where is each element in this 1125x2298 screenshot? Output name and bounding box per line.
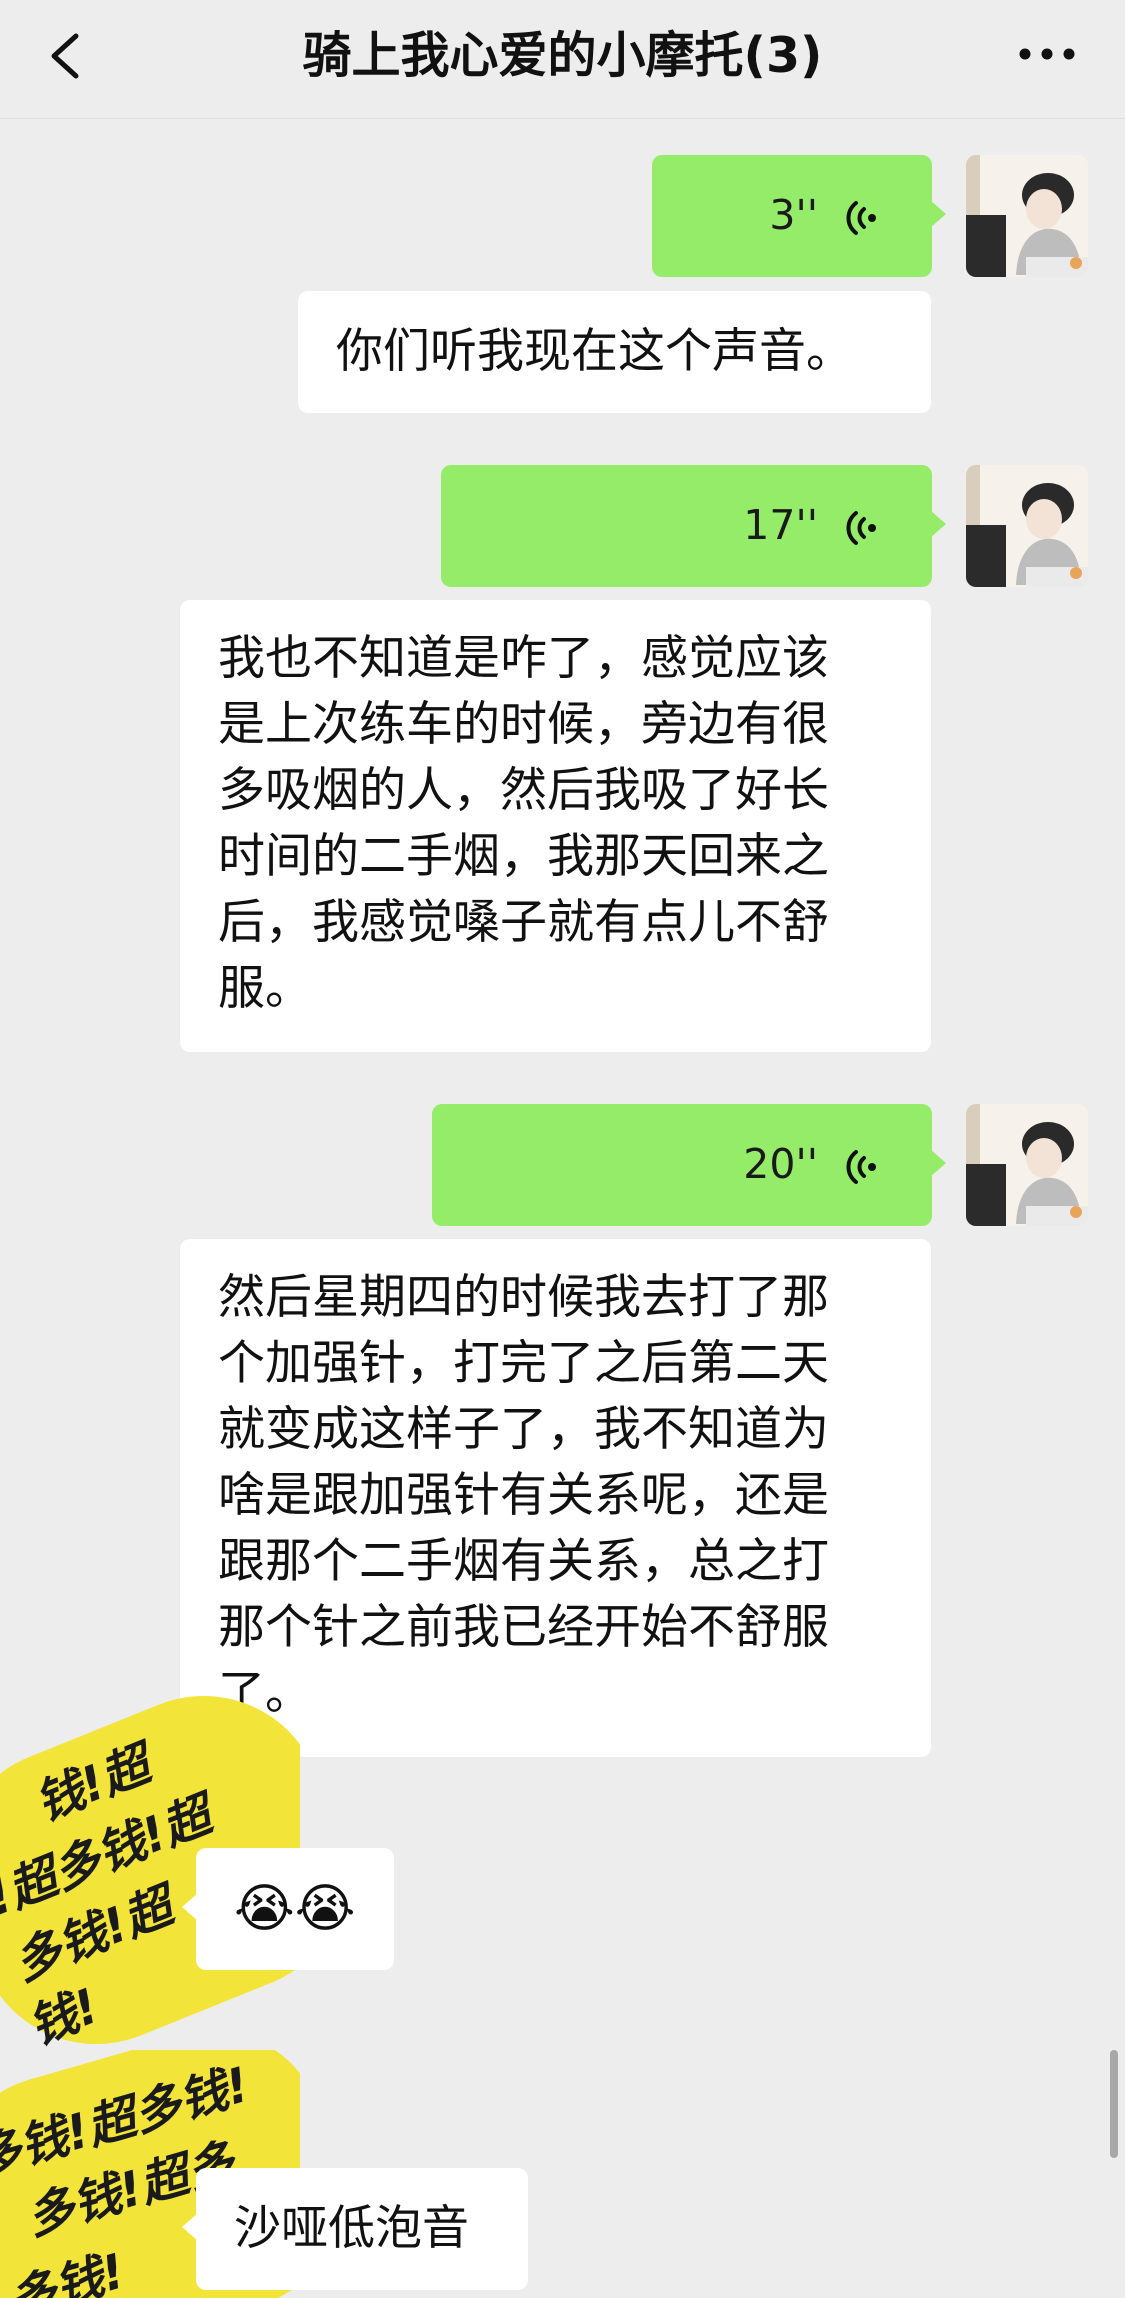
voice-wave-icon — [846, 511, 876, 545]
voice-duration: 3'' — [769, 191, 818, 239]
message-text: 沙哑低泡音 — [234, 2201, 469, 2256]
avatar[interactable] — [966, 1104, 1088, 1226]
text-message-bubble[interactable]: 你们听我现在这个声音。 — [298, 291, 931, 413]
chevron-left-icon — [51, 33, 79, 79]
message-text: 你们听我现在这个声音。 — [336, 324, 853, 379]
voice-message-bubble[interactable]: 20'' — [432, 1104, 946, 1226]
bubble-tail — [930, 1149, 946, 1177]
avatar-image — [966, 1104, 1088, 1226]
back-button[interactable] — [40, 22, 100, 90]
chat-header: 骑上我心爱的小摩托(3) — [0, 0, 1125, 119]
voice-wave-icon — [846, 1150, 876, 1184]
avatar-image — [966, 465, 1088, 587]
avatar[interactable] — [966, 465, 1088, 587]
text-message-bubble[interactable]: 我也不知道是咋了，感觉应该 是上次练车的时候，旁边有很 多吸烟的人，然后我吸了好… — [180, 600, 931, 1052]
voice-message-bubble[interactable]: 17'' — [441, 465, 946, 587]
message-line: 我也不知道是咋了，感觉应该 — [218, 631, 829, 686]
message-line: 时间的二手烟，我那天回来之 — [218, 829, 829, 884]
voice-duration: 20'' — [743, 1140, 818, 1188]
message-line: 了。 — [218, 1666, 312, 1721]
bubble-tail — [182, 1893, 198, 1921]
emoji-text: 😭😭 — [234, 1879, 356, 1939]
bubble-tail — [930, 510, 946, 538]
bubble-tail — [930, 200, 946, 228]
message-line: 是上次练车的时候，旁边有很 — [218, 697, 829, 752]
message-line: 后，我感觉嗓子就有点儿不舒 — [218, 895, 829, 950]
message-line: 服。 — [218, 961, 312, 1016]
message-line: 就变成这样子了，我不知道为 — [218, 1402, 829, 1457]
avatar[interactable] — [966, 155, 1088, 277]
avatar-image — [966, 155, 1088, 277]
text-message-bubble[interactable]: 然后星期四的时候我去打了那 个加强针，打完了之后第二天 就变成这样子了，我不知道… — [180, 1239, 931, 1757]
message-line: 然后星期四的时候我去打了那 — [218, 1270, 829, 1325]
message-line: 那个针之前我已经开始不舒服 — [218, 1600, 829, 1655]
voice-duration: 17'' — [743, 501, 818, 549]
more-dots-icon — [1019, 48, 1075, 60]
text-message-bubble[interactable]: 沙哑低泡音 — [182, 2168, 528, 2290]
scrollbar[interactable] — [1110, 2050, 1118, 2158]
message-line: 多吸烟的人，然后我吸了好长 — [218, 763, 829, 818]
message-line: 个加强针，打完了之后第二天 — [218, 1336, 829, 1391]
bubble-tail — [182, 2213, 198, 2241]
message-line: 啥是跟加强针有关系呢，还是 — [218, 1468, 829, 1523]
message-line: 跟那个二手烟有关系，总之打 — [218, 1534, 829, 1589]
voice-wave-icon — [846, 201, 876, 235]
chat-title: 骑上我心爱的小摩托(3) — [302, 27, 823, 84]
emoji-message-bubble[interactable]: 😭😭 — [182, 1848, 394, 1970]
more-button[interactable] — [1017, 34, 1077, 74]
voice-message-bubble[interactable]: 3'' — [652, 155, 946, 277]
